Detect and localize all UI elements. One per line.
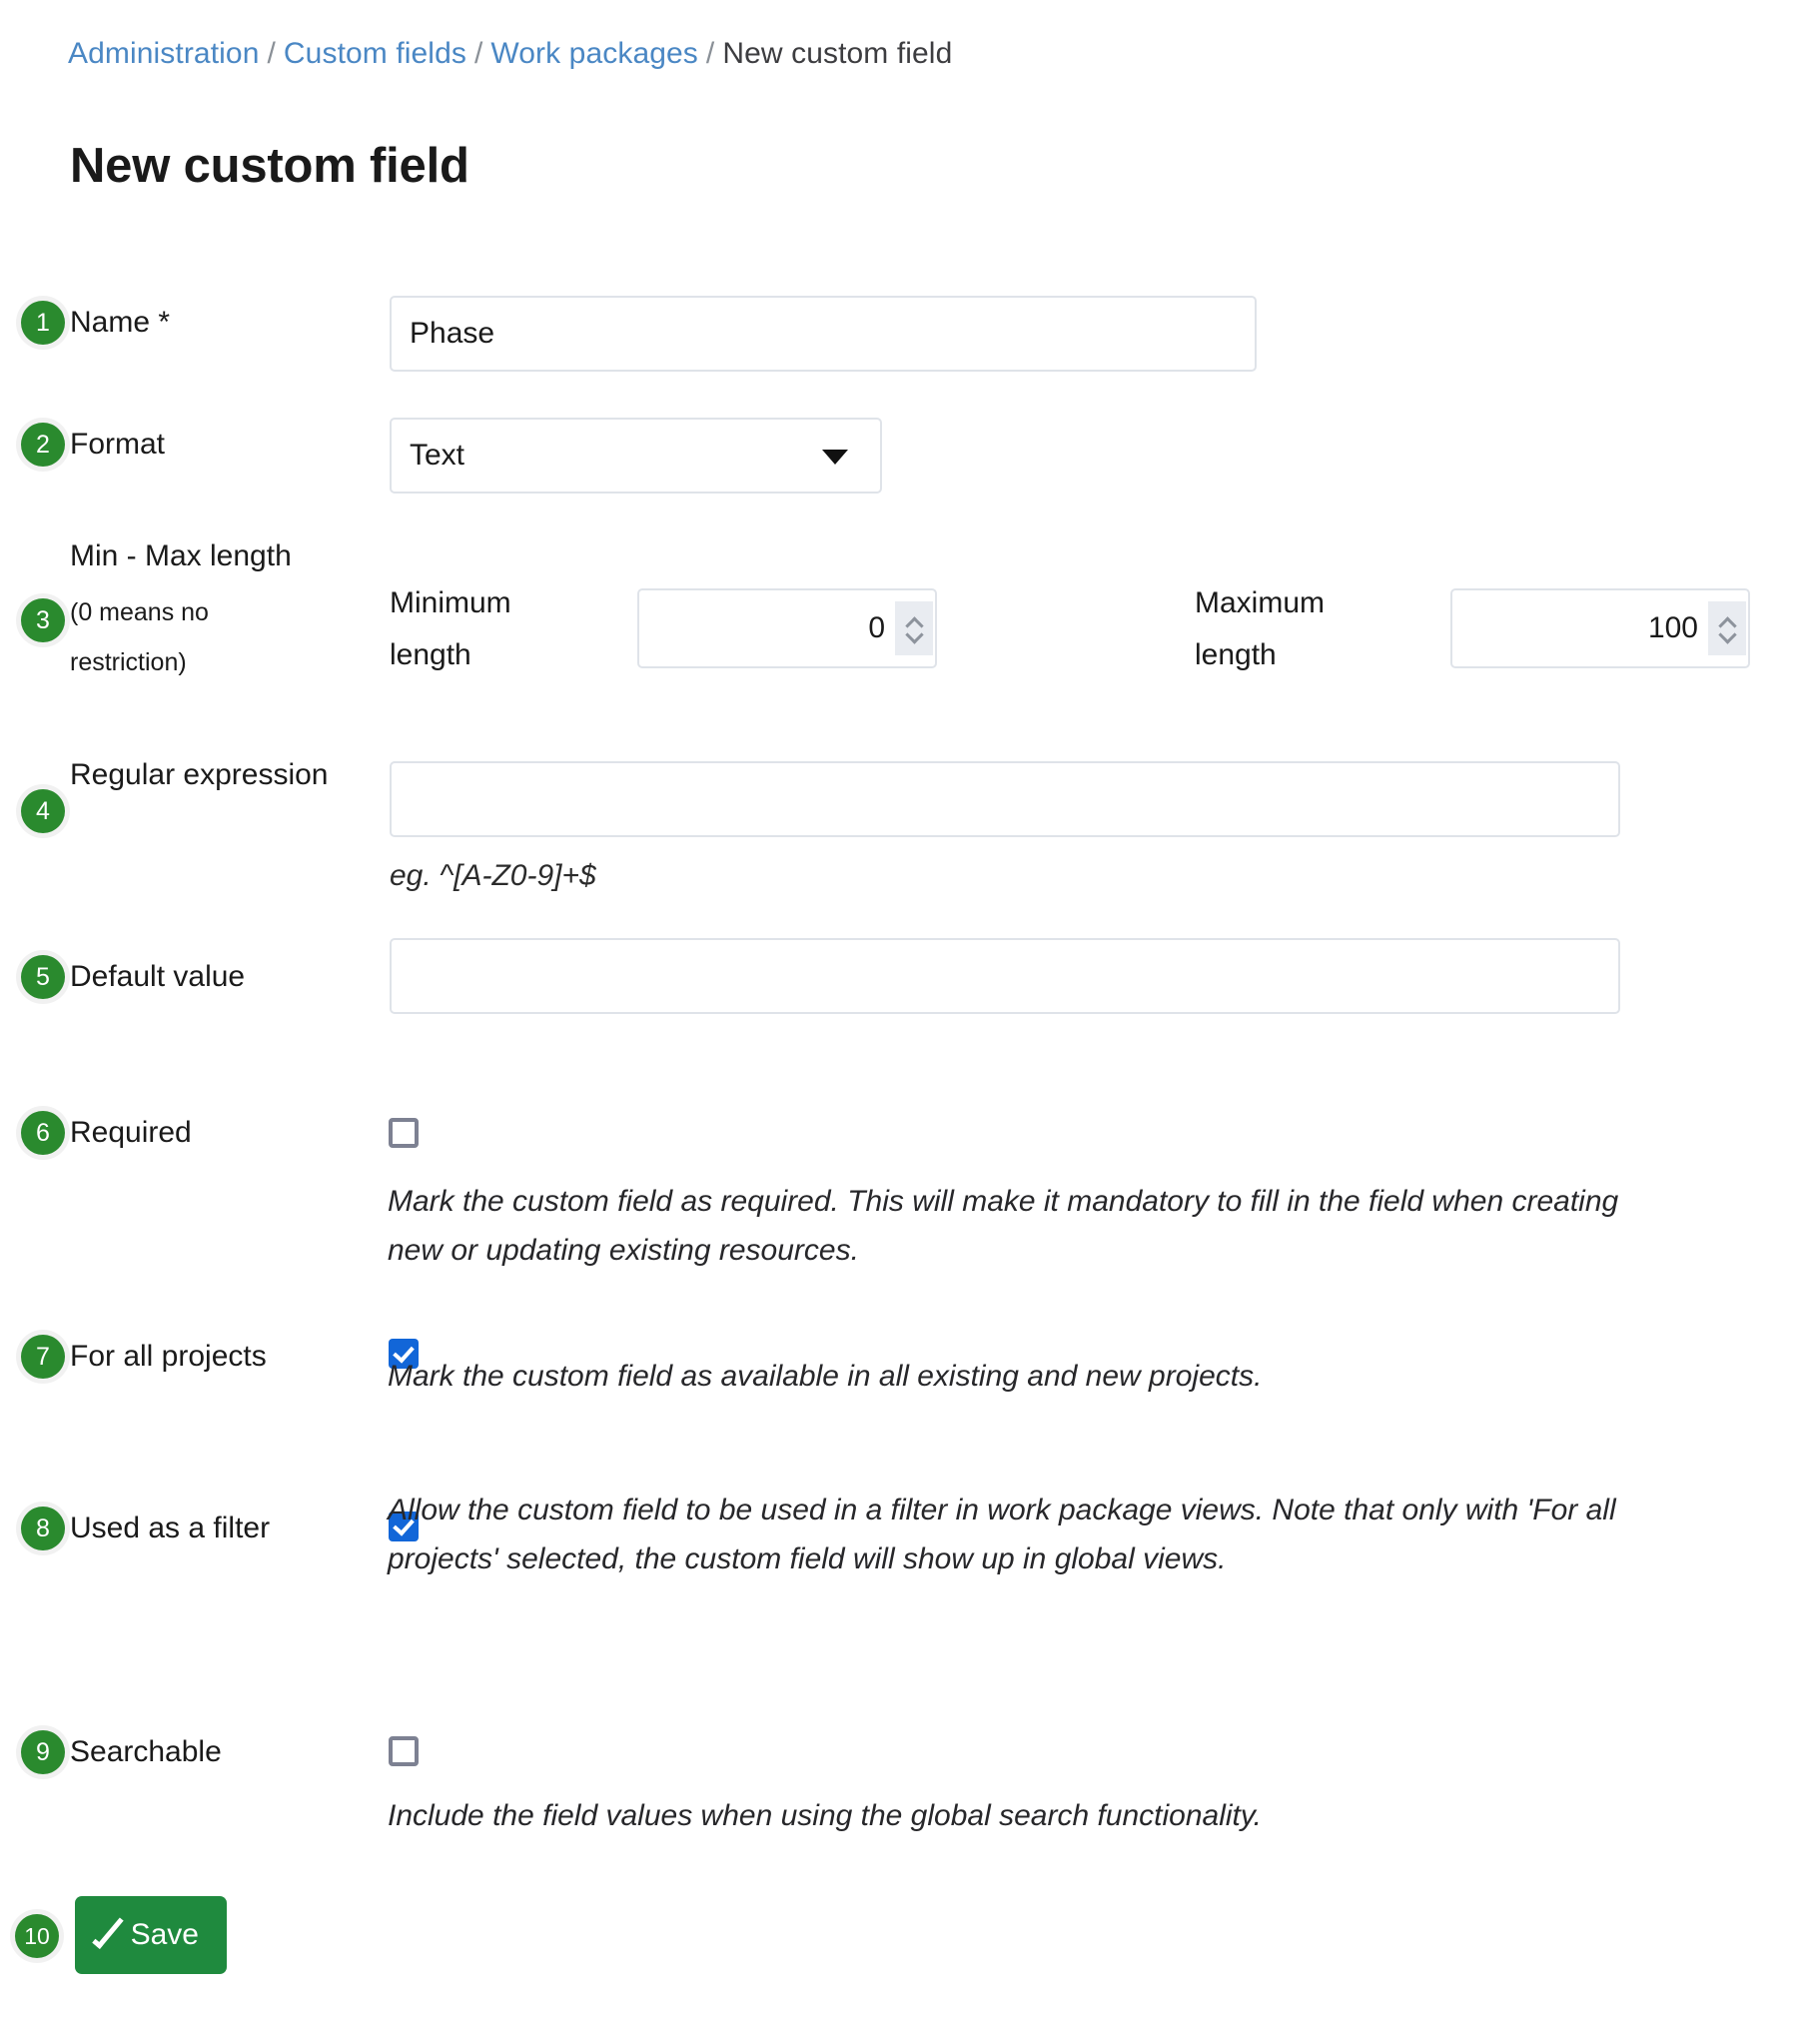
minimum-length-stepper[interactable]: 0 — [637, 588, 937, 668]
minimum-length-value: 0 — [868, 611, 885, 645]
chevron-down-icon — [822, 450, 848, 465]
chevron-down-icon[interactable] — [1720, 630, 1735, 639]
default-value-label: Default value — [70, 951, 245, 1003]
required-checkbox[interactable] — [389, 1118, 419, 1148]
step-badge-4: 4 — [21, 789, 65, 833]
min-max-length-label-line3: restriction) — [70, 636, 187, 688]
searchable-checkbox[interactable] — [389, 1736, 419, 1766]
step-badge-7: 7 — [21, 1335, 65, 1379]
step-badge-2: 2 — [21, 423, 65, 467]
check-icon — [92, 1914, 123, 1949]
step-badge-8: 8 — [21, 1507, 65, 1550]
used-as-filter-description: Allow the custom field to be used in a f… — [388, 1486, 1636, 1583]
required-description: Mark the custom field as required. This … — [388, 1177, 1636, 1275]
regular-expression-input[interactable] — [390, 761, 1620, 837]
format-label: Format — [70, 419, 165, 471]
new-custom-field-page: Administration/Custom fields/Work packag… — [0, 0, 1820, 2022]
maximum-length-stepper[interactable]: 100 — [1450, 588, 1750, 668]
regular-expression-label: Regular expression — [70, 749, 330, 801]
step-badge-3: 3 — [21, 598, 65, 642]
breadcrumb-separator: / — [267, 37, 275, 70]
chevron-down-icon[interactable] — [907, 630, 922, 639]
save-button[interactable]: Save — [75, 1896, 227, 1974]
minimum-length-spinner[interactable] — [895, 601, 933, 655]
maximum-length-label: Maximum length — [1195, 577, 1384, 681]
searchable-label: Searchable — [70, 1726, 222, 1778]
searchable-description: Include the field values when using the … — [388, 1791, 1636, 1840]
breadcrumb-item-custom-fields[interactable]: Custom fields — [284, 37, 466, 70]
breadcrumb-separator: / — [706, 37, 714, 70]
step-badge-9: 9 — [21, 1730, 65, 1774]
maximum-length-spinner[interactable] — [1708, 601, 1746, 655]
default-value-input[interactable] — [390, 938, 1620, 1014]
for-all-projects-description: Mark the custom field as available in al… — [388, 1352, 1636, 1401]
format-select[interactable]: Text — [390, 418, 882, 494]
min-max-length-label-line1: Min - Max length — [70, 530, 292, 582]
minimum-length-label: Minimum length — [390, 577, 579, 681]
breadcrumb-separator: / — [474, 37, 482, 70]
format-select-value: Text — [410, 420, 464, 492]
step-badge-10: 10 — [15, 1914, 59, 1958]
breadcrumb-item-current: New custom field — [722, 37, 952, 70]
breadcrumb-item-administration[interactable]: Administration — [68, 37, 259, 70]
step-badge-6: 6 — [21, 1111, 65, 1155]
breadcrumb-item-work-packages[interactable]: Work packages — [490, 37, 698, 70]
regular-expression-hint: eg. ^[A-Z0-9]+$ — [390, 859, 596, 893]
breadcrumb: Administration/Custom fields/Work packag… — [68, 36, 952, 72]
maximum-length-value: 100 — [1648, 611, 1698, 645]
page-title: New custom field — [70, 138, 469, 194]
name-label: Name * — [70, 297, 170, 349]
min-max-length-label-line2: (0 means no — [70, 586, 209, 638]
name-input[interactable] — [390, 296, 1257, 372]
required-label: Required — [70, 1107, 192, 1159]
step-badge-5: 5 — [21, 955, 65, 999]
used-as-filter-label: Used as a filter — [70, 1503, 270, 1554]
for-all-projects-label: For all projects — [70, 1331, 267, 1383]
save-button-label: Save — [131, 1918, 199, 1952]
step-badge-1: 1 — [21, 301, 65, 345]
